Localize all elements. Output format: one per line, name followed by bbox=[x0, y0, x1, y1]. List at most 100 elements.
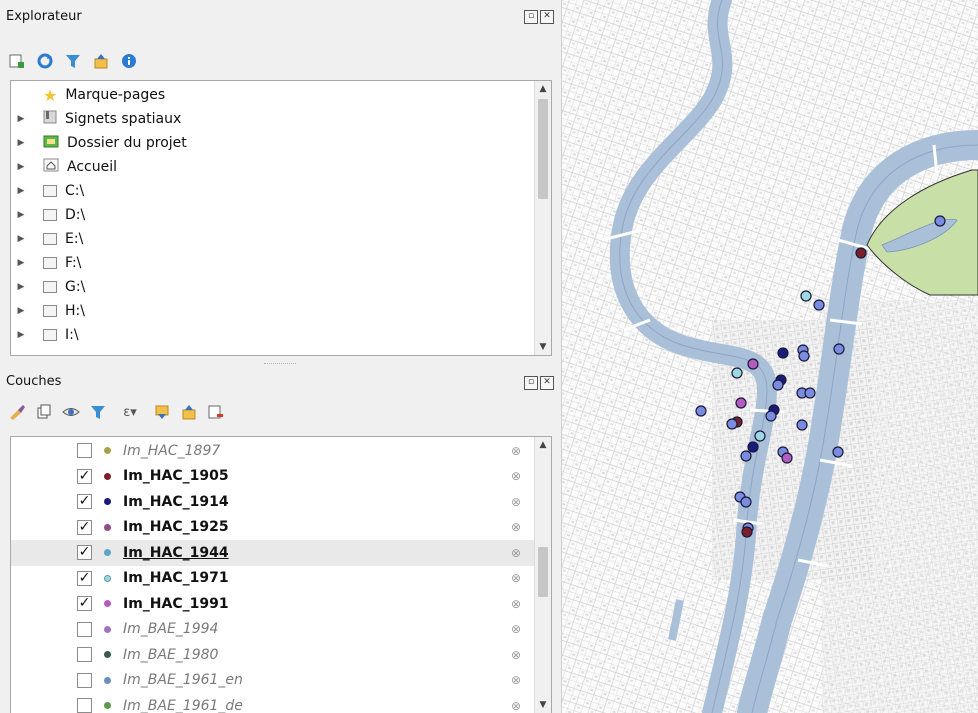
map-point[interactable] bbox=[740, 496, 752, 508]
scroll-up-icon[interactable]: ▲ bbox=[535, 81, 551, 97]
tree-item-drive[interactable]: ▶ F:\ bbox=[11, 251, 551, 275]
map-point[interactable] bbox=[726, 418, 738, 430]
scroll-thumb[interactable] bbox=[538, 547, 548, 597]
map-point[interactable] bbox=[855, 247, 867, 259]
map-point[interactable] bbox=[796, 419, 808, 431]
collapse-all-icon[interactable] bbox=[92, 52, 110, 70]
remove-layer-icon[interactable] bbox=[207, 403, 225, 421]
tree-item-drive[interactable]: ▶ H:\ bbox=[11, 299, 551, 323]
layer-name: Im_HAC_1944 bbox=[123, 544, 229, 561]
layer-row[interactable]: Im_BAE_1980 ⊗ bbox=[11, 642, 551, 668]
layer-visibility-checkbox[interactable] bbox=[77, 698, 92, 713]
float-panel-button[interactable]: ▫ bbox=[524, 376, 538, 390]
scroll-down-icon[interactable]: ▼ bbox=[535, 697, 551, 713]
tree-item-drive[interactable]: ▶ I:\ bbox=[11, 323, 551, 347]
filter-icon[interactable] bbox=[64, 52, 82, 70]
layer-row-selected[interactable]: ✓ Im_HAC_1944 ⊗ bbox=[11, 540, 551, 566]
folder-icon bbox=[43, 209, 57, 221]
refresh-icon[interactable] bbox=[36, 52, 54, 70]
scroll-thumb[interactable] bbox=[538, 99, 548, 199]
expand-arrow-icon[interactable]: ▶ bbox=[15, 306, 27, 316]
expand-arrow-icon[interactable]: ▶ bbox=[15, 114, 27, 124]
layer-visibility-checkbox[interactable] bbox=[77, 672, 92, 688]
map-point[interactable] bbox=[832, 446, 844, 458]
layer-row[interactable]: ✓ Im_HAC_1991 ⊗ bbox=[11, 591, 551, 617]
link-icon: ⊗ bbox=[510, 647, 521, 662]
explorer-scrollbar[interactable]: ▲ ▼ bbox=[534, 81, 551, 355]
add-group-icon[interactable] bbox=[35, 403, 53, 421]
tree-item-marque-pages[interactable]: ★ Marque-pages bbox=[11, 83, 551, 107]
layers-scrollbar[interactable]: ▲ ▼ bbox=[534, 437, 551, 713]
expand-arrow-icon[interactable]: ▶ bbox=[15, 330, 27, 340]
tree-item-signets-spatiaux[interactable]: ▶ Signets spatiaux bbox=[11, 107, 551, 131]
map-point[interactable] bbox=[800, 290, 812, 302]
style-brush-icon[interactable] bbox=[8, 403, 26, 421]
layer-visibility-checkbox[interactable] bbox=[77, 443, 92, 459]
tree-item-drive[interactable]: ▶ G:\ bbox=[11, 275, 551, 299]
map-point[interactable] bbox=[781, 452, 793, 464]
layer-row[interactable]: ✓ Im_HAC_1925 ⊗ bbox=[11, 515, 551, 541]
expand-arrow-icon[interactable]: ▶ bbox=[15, 234, 27, 244]
expand-all-icon[interactable] bbox=[153, 403, 171, 421]
map-point[interactable] bbox=[747, 358, 759, 370]
layer-visibility-checkbox[interactable]: ✓ bbox=[77, 570, 92, 586]
tree-item-accueil[interactable]: ▶ Accueil bbox=[11, 155, 551, 179]
layer-row[interactable]: Im_BAE_1994 ⊗ bbox=[11, 617, 551, 643]
layer-row[interactable]: ✓ Im_HAC_1914 ⊗ bbox=[11, 489, 551, 515]
scroll-down-icon[interactable]: ▼ bbox=[535, 339, 551, 355]
map-point[interactable] bbox=[695, 405, 707, 417]
map-point[interactable] bbox=[741, 526, 753, 538]
map-point[interactable] bbox=[747, 441, 759, 453]
layer-row[interactable]: Im_BAE_1961_de ⊗ bbox=[11, 693, 551, 713]
layer-visibility-checkbox[interactable] bbox=[77, 647, 92, 663]
scroll-up-icon[interactable]: ▲ bbox=[535, 437, 551, 453]
layer-visibility-checkbox[interactable]: ✓ bbox=[77, 468, 92, 484]
expand-arrow-icon[interactable]: ▶ bbox=[15, 210, 27, 220]
link-icon: ⊗ bbox=[510, 469, 521, 484]
filter-expression-icon[interactable]: ε▾ bbox=[116, 403, 144, 421]
map-point[interactable] bbox=[798, 350, 810, 362]
layer-row[interactable]: Im_BAE_1961_en ⊗ bbox=[11, 668, 551, 694]
add-selected-layers-icon[interactable] bbox=[8, 52, 26, 70]
map-point[interactable] bbox=[735, 397, 747, 409]
layer-row[interactable]: Im_HAC_1897 ⊗ bbox=[11, 438, 551, 464]
visibility-eye-icon[interactable] bbox=[62, 403, 80, 421]
map-point[interactable] bbox=[777, 347, 789, 359]
tree-item-drive[interactable]: ▶ E:\ bbox=[11, 227, 551, 251]
layer-visibility-checkbox[interactable]: ✓ bbox=[77, 494, 92, 510]
map-point[interactable] bbox=[813, 299, 825, 311]
map-canvas[interactable] bbox=[562, 0, 978, 713]
layer-row[interactable]: ✓ Im_HAC_1971 ⊗ bbox=[11, 566, 551, 592]
expand-arrow-icon[interactable]: ▶ bbox=[15, 162, 27, 172]
map-point[interactable] bbox=[833, 343, 845, 355]
float-panel-button[interactable]: ▫ bbox=[524, 10, 538, 24]
expand-arrow-icon[interactable]: ▶ bbox=[15, 258, 27, 268]
expand-arrow-icon[interactable]: ▶ bbox=[15, 186, 27, 196]
map-point[interactable] bbox=[765, 410, 777, 422]
map-point[interactable] bbox=[772, 379, 784, 391]
collapse-all-icon[interactable] bbox=[180, 403, 198, 421]
layer-visibility-checkbox[interactable]: ✓ bbox=[77, 545, 92, 561]
layer-name: Im_HAC_1971 bbox=[123, 570, 229, 587]
point-symbol-icon bbox=[104, 574, 111, 582]
close-panel-button[interactable]: ✕ bbox=[540, 376, 554, 390]
map-point[interactable] bbox=[731, 367, 743, 379]
panel-splitter[interactable] bbox=[264, 363, 296, 366]
layer-visibility-checkbox[interactable]: ✓ bbox=[77, 519, 92, 535]
map-point[interactable] bbox=[804, 387, 816, 399]
expand-arrow-icon[interactable]: ▶ bbox=[15, 282, 27, 292]
layer-visibility-checkbox[interactable] bbox=[77, 621, 92, 637]
map-point[interactable] bbox=[740, 450, 752, 462]
map-point[interactable] bbox=[754, 430, 766, 442]
layer-row[interactable]: ✓ Im_HAC_1905 ⊗ bbox=[11, 464, 551, 490]
info-icon[interactable] bbox=[120, 52, 138, 70]
map-svg[interactable] bbox=[562, 0, 978, 713]
expand-arrow-icon[interactable]: ▶ bbox=[15, 138, 27, 148]
map-point[interactable] bbox=[934, 215, 946, 227]
tree-item-drive[interactable]: ▶ C:\ bbox=[11, 179, 551, 203]
layer-visibility-checkbox[interactable]: ✓ bbox=[77, 596, 92, 612]
filter-icon[interactable] bbox=[89, 403, 107, 421]
tree-item-drive[interactable]: ▶ D:\ bbox=[11, 203, 551, 227]
tree-item-dossier-du-projet[interactable]: ▶ Dossier du projet bbox=[11, 131, 551, 155]
close-panel-button[interactable]: ✕ bbox=[540, 10, 554, 24]
